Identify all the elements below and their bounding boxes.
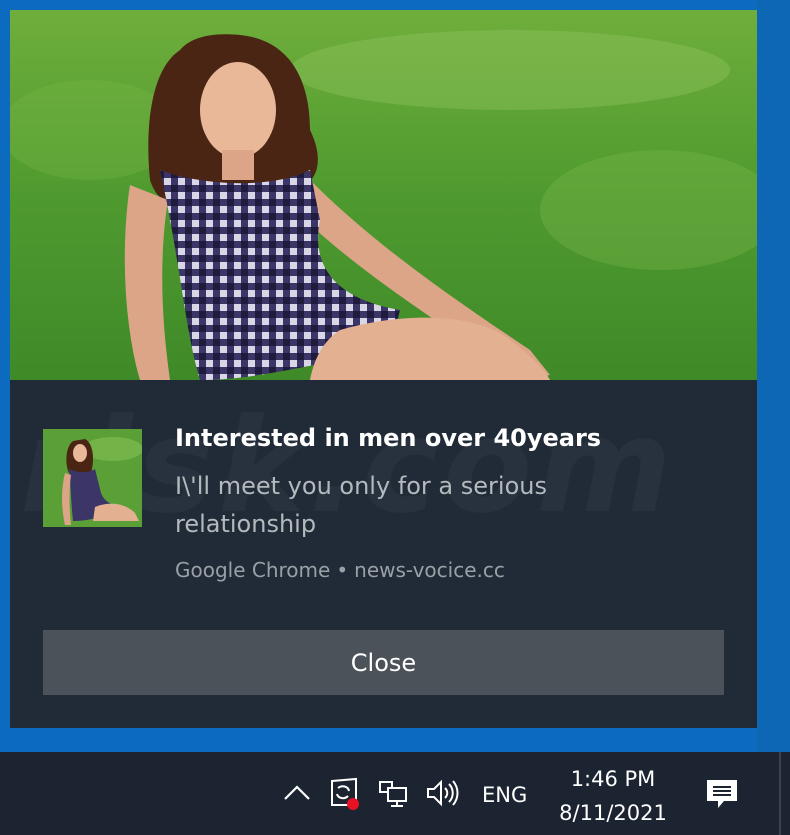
notification-source: Google Chrome • news-vocice.cc <box>175 558 505 582</box>
network-icon[interactable] <box>376 776 410 810</box>
system-clock[interactable]: 1:46 PM 8/11/2021 <box>548 762 678 830</box>
notification-site: news-vocice.cc <box>354 558 505 582</box>
source-separator: • <box>336 558 349 582</box>
chevron-up-icon[interactable] <box>280 776 314 810</box>
clock-date: 8/11/2021 <box>559 801 667 825</box>
show-desktop-divider[interactable] <box>779 752 781 835</box>
notification-message: I\'ll meet you only for a serious relati… <box>175 472 547 538</box>
notification-app-thumbnail <box>43 429 142 527</box>
volume-icon[interactable] <box>425 776 459 810</box>
desktop-background <box>757 0 790 752</box>
action-center-icon[interactable] <box>704 776 740 812</box>
windows-security-icon[interactable] <box>326 776 360 810</box>
notification-hero-image <box>10 10 757 380</box>
notification-title: Interested in men over 40years <box>175 424 602 452</box>
notification-app-name: Google Chrome <box>175 558 331 582</box>
taskbar: ENG 1:46 PM 8/11/2021 <box>0 752 790 835</box>
language-indicator[interactable]: ENG <box>482 783 527 807</box>
clock-time: 1:46 PM <box>570 767 656 791</box>
close-button[interactable]: Close <box>43 630 724 695</box>
chrome-notification-toast[interactable]: risk.com Interested in men over 40years … <box>10 10 757 728</box>
